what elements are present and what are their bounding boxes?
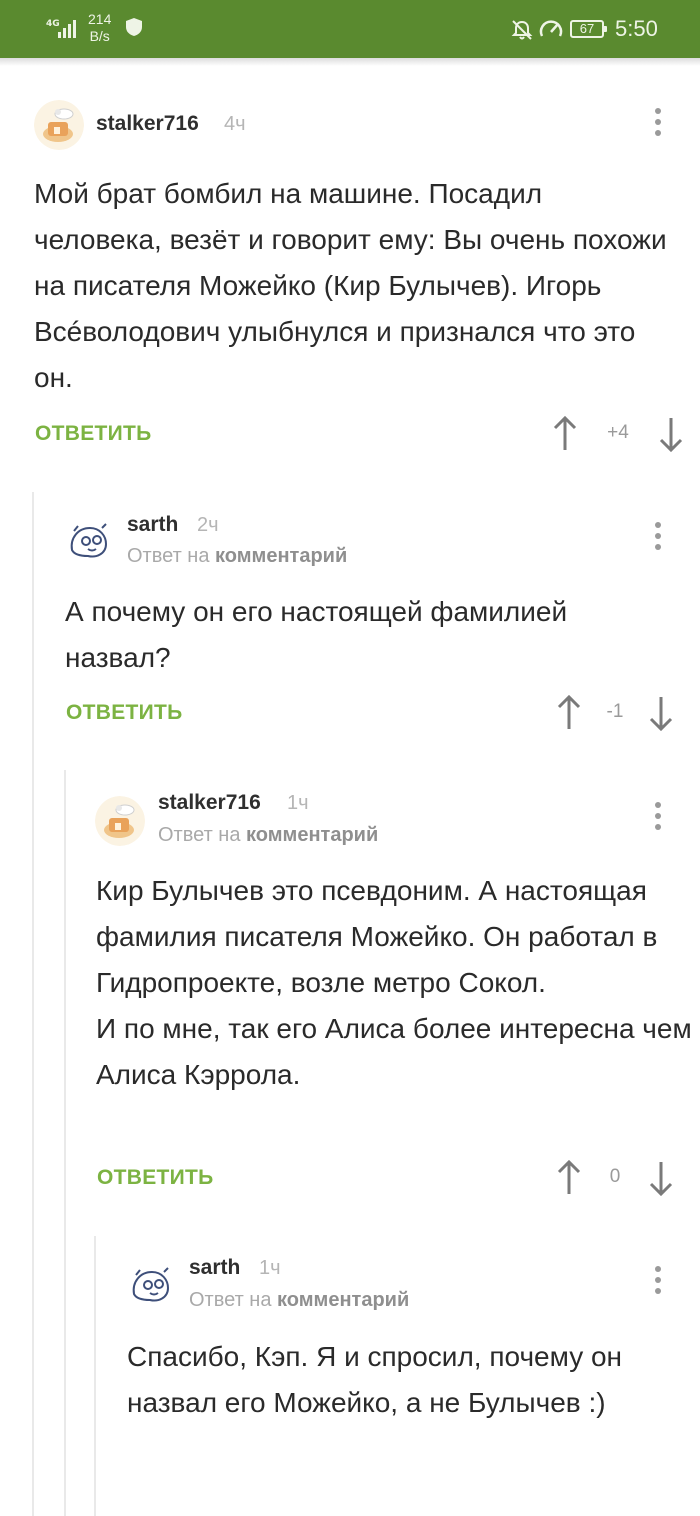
downvote-icon[interactable] — [649, 1160, 673, 1196]
reply-button[interactable]: ОТВЕТИТЬ — [35, 422, 152, 446]
reply-button[interactable]: ОТВЕТИТЬ — [66, 701, 183, 725]
signal-icon: 4G — [46, 19, 76, 38]
comment-score: -1 — [606, 701, 624, 722]
comment-time: 2ч — [197, 514, 219, 536]
reply-to-link[interactable]: Ответ на комментарий — [158, 824, 378, 847]
reply-to-target[interactable]: комментарий — [246, 824, 378, 846]
more-options-icon[interactable] — [654, 522, 662, 556]
thread-line — [32, 492, 34, 1516]
comment-time: 4ч — [224, 113, 246, 135]
avatar[interactable] — [64, 516, 114, 566]
avatar[interactable] — [34, 100, 84, 150]
clock: 5:50 — [615, 16, 658, 41]
thread-line — [64, 770, 66, 1516]
reply-to-target[interactable]: комментарий — [215, 545, 347, 567]
downvote-icon[interactable] — [649, 695, 673, 731]
comment-time: 1ч — [287, 792, 309, 814]
upvote-icon[interactable] — [553, 416, 577, 452]
avatar[interactable] — [126, 1260, 176, 1310]
thread-line — [94, 1236, 96, 1516]
network-speed-unit: B/s — [89, 28, 110, 44]
comment-text: Кир Булычев это псевдоним. А настоящая ф… — [96, 875, 692, 1090]
comment-text: А почему он его настоящей фамилией назва… — [65, 596, 575, 673]
reply-to-link[interactable]: Ответ на комментарий — [127, 545, 347, 568]
vote-control: 0 — [557, 1160, 673, 1200]
reply-to-link[interactable]: Ответ на комментарий — [189, 1289, 409, 1312]
battery-indicator: 67 — [570, 20, 607, 38]
more-options-icon[interactable] — [654, 1266, 662, 1300]
comment-text: Спасибо, Кэп. Я и спросил, почему он наз… — [127, 1341, 630, 1418]
network-speed: 214 B/s — [88, 11, 111, 45]
downvote-icon[interactable] — [659, 416, 683, 452]
avatar[interactable] — [95, 796, 145, 846]
reply-to-prefix: Ответ на — [158, 824, 241, 846]
status-bar: 4G 214 B/s 67 5:50 — [0, 0, 700, 66]
reply-to-prefix: Ответ на — [189, 1289, 272, 1311]
comment-score: 0 — [609, 1166, 621, 1187]
bell-muted-icon — [511, 20, 533, 40]
data-saver-icon — [539, 20, 563, 37]
user-avatar-icon — [126, 1260, 176, 1310]
reply-to-target[interactable]: комментарий — [277, 1289, 409, 1311]
user-avatar-icon — [95, 796, 145, 846]
comment-author[interactable]: stalker716 — [96, 112, 199, 136]
upvote-icon[interactable] — [557, 1160, 581, 1196]
user-avatar-icon — [64, 516, 114, 566]
shield-icon — [126, 18, 142, 36]
network-speed-value: 214 — [88, 11, 112, 27]
comment-author[interactable]: sarth — [189, 1256, 240, 1280]
upvote-icon[interactable] — [557, 695, 581, 731]
comment-author[interactable]: stalker716 — [158, 791, 261, 815]
reply-button[interactable]: ОТВЕТИТЬ — [97, 1166, 214, 1190]
vote-control: -1 — [557, 695, 673, 735]
more-options-icon[interactable] — [654, 802, 662, 836]
comment-text: Мой брат бомбил на машине. Посадил челов… — [34, 178, 675, 393]
user-avatar-icon — [34, 100, 84, 150]
comment-time: 1ч — [259, 1257, 281, 1279]
comment-author[interactable]: sarth — [127, 513, 178, 537]
more-options-icon[interactable] — [654, 108, 662, 142]
comment-score: +4 — [607, 422, 629, 443]
vote-control: +4 — [553, 416, 683, 456]
network-label: 4G — [46, 19, 60, 29]
reply-to-prefix: Ответ на — [127, 545, 210, 567]
